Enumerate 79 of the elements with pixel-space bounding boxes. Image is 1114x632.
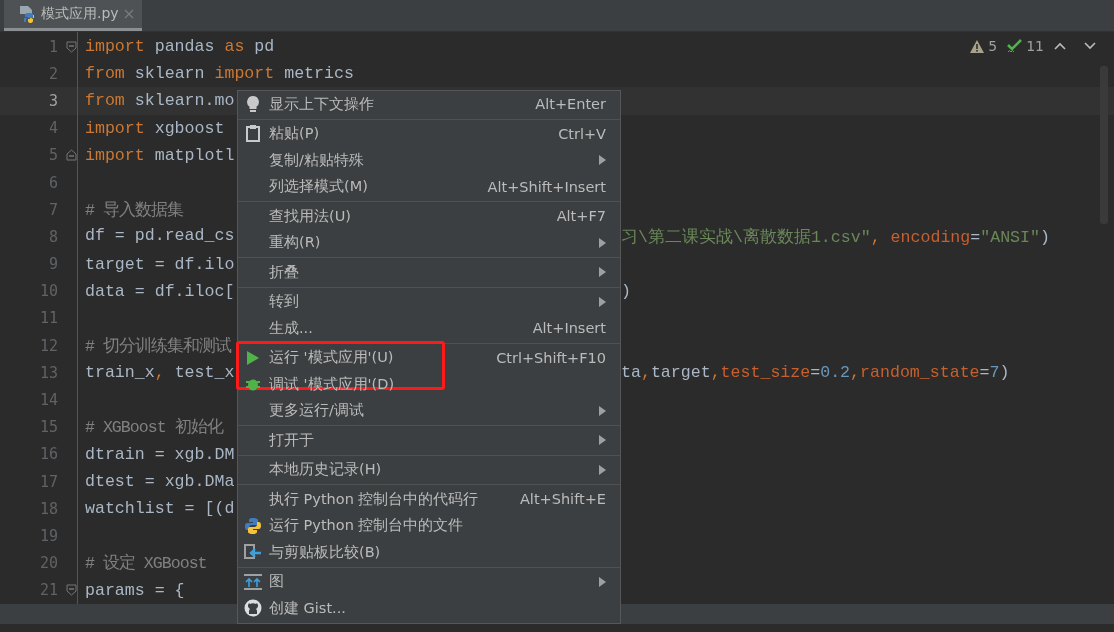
code-line: ) xyxy=(621,281,631,301)
menu-item[interactable]: 更多运行/调试 xyxy=(238,397,620,424)
file-tab[interactable]: 模式应用.py xyxy=(4,0,142,31)
menu-item[interactable]: 运行 Python 控制台中的文件 xyxy=(238,512,620,539)
code-line: # 导入数据集 xyxy=(85,199,183,221)
code-line: watchlist = [(d xyxy=(85,499,235,519)
line-number: 20 xyxy=(38,554,58,573)
line-number: 16 xyxy=(38,445,58,464)
line-number: 11 xyxy=(38,309,58,328)
line-number: 21 xyxy=(38,581,58,600)
line-number: 8 xyxy=(47,227,58,246)
code-line: ta,target,test_size=0.2,random_state=7) xyxy=(621,363,1010,383)
close-icon[interactable] xyxy=(123,9,134,19)
menu-item[interactable]: 运行 '模式应用'(U) Ctrl+Shift+F10 xyxy=(238,344,620,371)
code-line: from sklearn import metrics xyxy=(85,64,354,84)
line-number: 10 xyxy=(38,282,58,301)
code-line: import pandas as pd xyxy=(85,37,275,57)
menu-item[interactable]: 与剪贴板比较(B) xyxy=(238,539,620,566)
python-icon xyxy=(244,516,262,535)
code-line: import matplotl xyxy=(85,145,235,165)
menu-item[interactable]: 转到 xyxy=(238,288,620,315)
menu-item[interactable]: 创建 Gist... xyxy=(238,595,620,622)
line-number: 9 xyxy=(47,255,58,274)
line-number: 12 xyxy=(38,336,58,355)
menu-item[interactable]: 生成... Alt+Insert xyxy=(238,315,620,342)
fold-marker-icon[interactable] xyxy=(66,40,77,53)
cat-silhouette-icon xyxy=(244,599,262,618)
menu-item[interactable]: 重构(R) xyxy=(238,229,620,256)
fold-marker-icon[interactable] xyxy=(66,584,77,597)
fold-end-icon[interactable] xyxy=(66,149,77,162)
clipboard-icon xyxy=(246,125,260,143)
menu-item[interactable]: 图 xyxy=(238,568,620,595)
weak-warning-count[interactable]: 11 xyxy=(1026,38,1044,54)
menu-item[interactable]: 显示上下文操作 Alt+Enter xyxy=(238,91,620,118)
check-icon xyxy=(1007,39,1023,53)
line-number: 15 xyxy=(38,418,58,437)
code-line: # 切分训练集和测试 xyxy=(85,335,231,357)
bug-icon xyxy=(245,377,261,392)
line-number: 2 xyxy=(47,64,58,83)
code-line: dtrain = xgb.DM xyxy=(85,444,235,464)
line-number: 13 xyxy=(38,363,58,382)
code-line: 习\第二课实战\离散数据1.csv", encoding="ANSI") xyxy=(621,226,1050,248)
line-number: 17 xyxy=(38,472,58,491)
line-number: 18 xyxy=(38,499,58,518)
menu-item[interactable]: 折叠 xyxy=(238,259,620,286)
menu-item[interactable]: 打开于 xyxy=(238,427,620,454)
code-line: target = df.ilo xyxy=(85,254,235,274)
code-line: dtest = xgb.DMa xyxy=(85,472,235,492)
line-number: 5 xyxy=(47,146,58,165)
menu-item[interactable]: 粘贴(P) Ctrl+V xyxy=(238,120,620,147)
diagram-icon xyxy=(244,573,262,590)
warning-count[interactable]: 5 xyxy=(988,38,998,54)
line-number: 19 xyxy=(38,526,58,545)
lightbulb-icon xyxy=(246,95,260,114)
line-number: 3 xyxy=(47,91,58,110)
python-file-icon xyxy=(18,5,36,23)
code-line: params = { xyxy=(85,580,185,600)
compare-icon xyxy=(244,543,262,562)
menu-item[interactable]: 复制/粘贴特殊 xyxy=(238,147,620,174)
code-line: train_x, test_x xyxy=(85,363,235,383)
code-line: from sklearn.mo xyxy=(85,91,235,111)
chevron-up-icon[interactable] xyxy=(1054,42,1066,50)
line-number: 1 xyxy=(47,37,58,56)
menu-item[interactable]: 本地历史记录(H) xyxy=(238,456,620,483)
menu-item[interactable]: 查找用法(U) Alt+F7 xyxy=(238,203,620,230)
code-line: # 设定 XGBoost xyxy=(85,552,207,575)
menu-item[interactable]: 列选择模式(M) Alt+Shift+Insert xyxy=(238,173,620,200)
code-line: # XGBoost 初始化 xyxy=(85,417,223,439)
line-number: 4 xyxy=(47,119,58,138)
line-number: 7 xyxy=(47,200,58,219)
play-icon xyxy=(246,349,260,366)
chevron-down-icon[interactable] xyxy=(1084,42,1096,50)
code-line: data = df.iloc[ xyxy=(85,281,235,301)
menu-item[interactable]: 执行 Python 控制台中的代码行 Alt+Shift+E xyxy=(238,486,620,513)
code-line: df = pd.read_cs xyxy=(85,225,235,247)
code-line: import xgboost xyxy=(85,118,225,138)
warning-icon xyxy=(970,39,985,53)
line-number: 14 xyxy=(38,391,58,410)
line-number: 6 xyxy=(47,173,58,192)
